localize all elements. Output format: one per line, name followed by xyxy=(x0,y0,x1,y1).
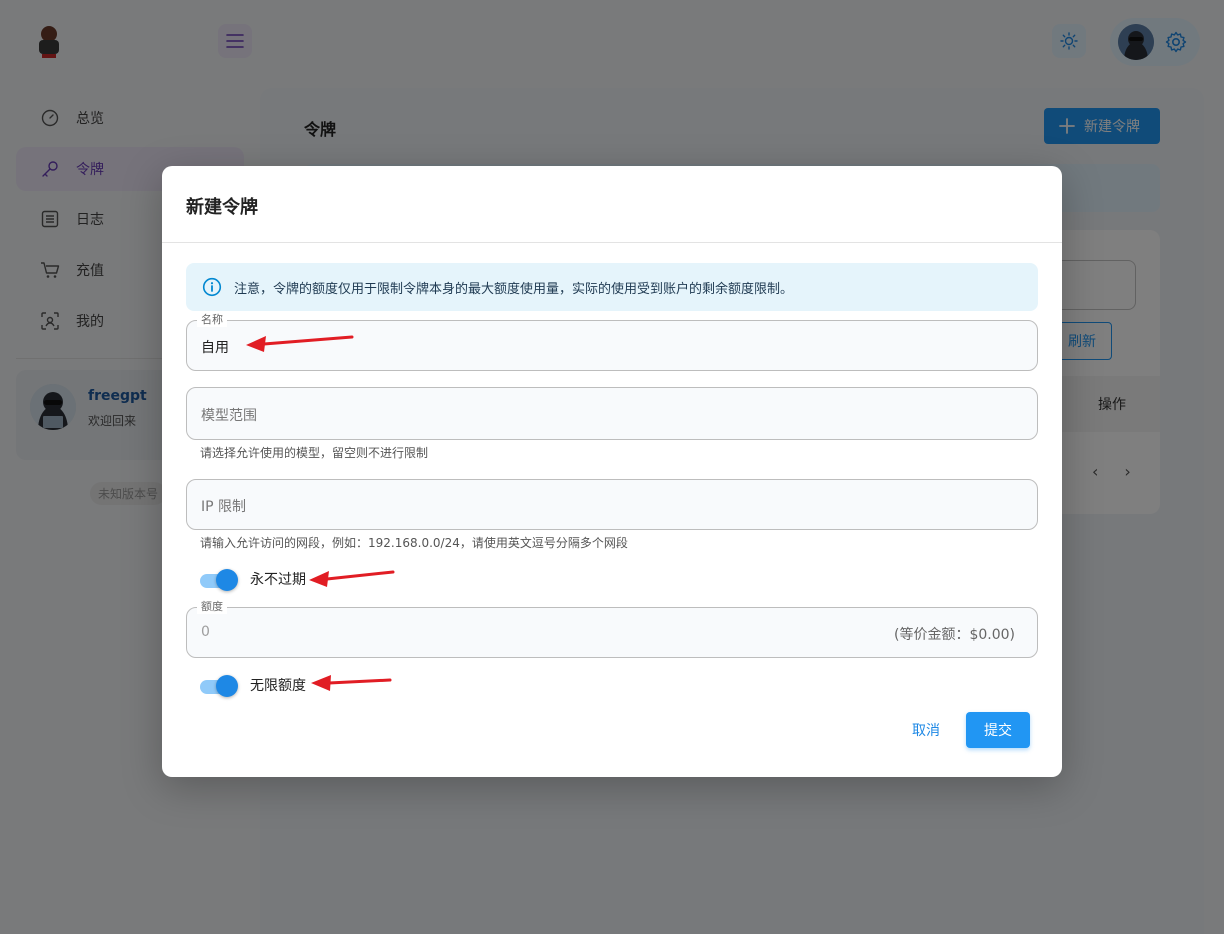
never-expire-switch[interactable] xyxy=(198,569,238,591)
ip-restriction-field[interactable]: IP 限制 xyxy=(186,479,1038,530)
model-scope-field[interactable]: 模型范围 xyxy=(186,387,1038,440)
unlimited-quota-toggle-row: 无限额度 xyxy=(198,673,306,697)
name-field-label: 名称 xyxy=(197,313,227,327)
never-expire-label: 永不过期 xyxy=(250,572,306,588)
info-icon xyxy=(202,277,222,297)
new-token-dialog: 新建令牌 注意，令牌的额度仅用于限制令牌本身的最大额度使用量，实际的使用受到账户… xyxy=(162,166,1062,777)
info-alert: 注意，令牌的额度仅用于限制令牌本身的最大额度使用量，实际的使用受到账户的剩余额度… xyxy=(186,263,1038,311)
quota-field-label: 额度 xyxy=(197,600,227,614)
never-expire-toggle-row: 永不过期 xyxy=(198,567,306,591)
ip-restriction-helper: 请输入允许访问的网段，例如：192.168.0.0/24，请使用英文逗号分隔多个… xyxy=(200,536,628,550)
dialog-divider xyxy=(162,242,1062,243)
name-field-value: 自用 xyxy=(201,340,229,356)
dialog-title: 新建令牌 xyxy=(186,197,258,218)
unlimited-quota-label: 无限额度 xyxy=(250,678,306,694)
submit-button[interactable]: 提交 xyxy=(966,712,1030,748)
quota-field-value: 0 xyxy=(201,624,210,640)
quota-equivalent-amount: (等价金额：$0.00) xyxy=(893,627,1015,643)
unlimited-quota-switch[interactable] xyxy=(198,675,238,697)
quota-field[interactable]: 额度 0 (等价金额：$0.00) xyxy=(186,600,1038,658)
name-field[interactable]: 名称 自用 xyxy=(186,313,1038,371)
cancel-button[interactable]: 取消 xyxy=(898,713,954,747)
ip-restriction-placeholder: IP 限制 xyxy=(201,499,247,515)
info-alert-text: 注意，令牌的额度仅用于限制令牌本身的最大额度使用量，实际的使用受到账户的剩余额度… xyxy=(234,281,794,297)
model-scope-helper: 请选择允许使用的模型，留空则不进行限制 xyxy=(200,446,429,460)
model-scope-placeholder: 模型范围 xyxy=(201,408,257,424)
